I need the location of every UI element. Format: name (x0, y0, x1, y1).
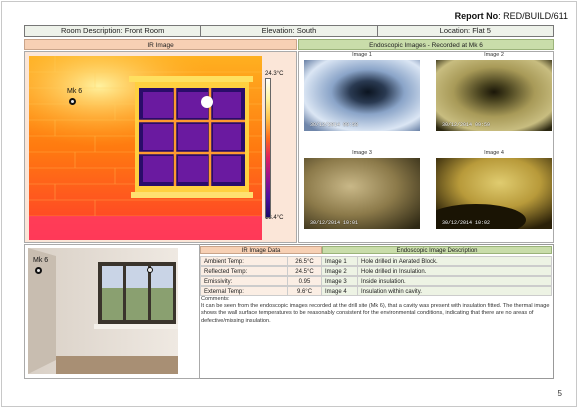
data-row: External Temp: 9.6°C Image 4 Insulation … (200, 286, 552, 296)
ir-data-label: Ambient Temp: (200, 256, 288, 266)
data-row: Reflected Temp: 24.5°C Image 2 Hole dril… (200, 266, 552, 276)
ir-data-value: 26.5°C (288, 256, 322, 266)
endo-desc-image: Image 3 (322, 276, 358, 286)
ir-data-value: 24.5°C (288, 266, 322, 276)
ir-data-label: Emissivity: (200, 276, 288, 286)
room-photo-panel: Mk 6 (24, 244, 200, 379)
endo-image-2-stamp: 30/12/2014 09:59 (442, 122, 491, 128)
ir-data-value: 9.6°C (288, 286, 322, 296)
photo-marker-circle (35, 267, 42, 274)
ir-data-label: External Temp: (200, 286, 288, 296)
comments-text: It can be seen from the endoscopic image… (201, 303, 550, 324)
endo-image-4: 30/12/2014 10:02 (436, 158, 552, 229)
ir-image-heading: IR Image (24, 39, 297, 50)
endo-image-1-caption: Image 1 (352, 52, 372, 58)
report-number: Report No: RED/BUILD/611 (454, 11, 568, 21)
data-row: Emissivity: 0.95 Image 3 Inside insulati… (200, 276, 552, 286)
endo-image-3-stamp: 30/12/2014 10:01 (310, 220, 359, 226)
endo-desc-text: Insulation within cavity. (358, 286, 552, 296)
endo-image-1-stamp: 30/12/2014 09:58 (310, 122, 359, 128)
elevation: Elevation: South (201, 26, 378, 36)
ir-image-data-heading: IR Image Data (200, 246, 322, 254)
endo-image-3: 30/12/2014 10:01 (304, 158, 420, 229)
comments-block: Comments: It can be seen from the endosc… (201, 296, 551, 325)
photo-window-marker (147, 267, 153, 273)
temperature-scale-bar (265, 78, 271, 218)
comments-label: Comments: (201, 296, 230, 302)
endo-desc-image: Image 1 (322, 256, 358, 266)
endo-desc-image: Image 4 (322, 286, 358, 296)
endo-desc-image: Image 2 (322, 266, 358, 276)
endo-desc-text: Hole drilled in Insulation. (358, 266, 552, 276)
ir-data-label: Reflected Temp: (200, 266, 288, 276)
endo-image-2-caption: Image 2 (484, 52, 504, 58)
endo-desc-text: Inside insulation. (358, 276, 552, 286)
endo-image-2: 30/12/2014 09:59 (436, 60, 552, 131)
photo-marker-label: Mk 6 (33, 257, 49, 264)
endoscopic-images-heading: Endoscopic Images - Recorded at Mk 6 (298, 39, 554, 50)
room-description: Room Description: Front Room (25, 26, 202, 36)
ir-marker-label: Mk 6 (67, 88, 83, 95)
ir-thermal-image (29, 56, 262, 240)
ir-image-panel: Mk 6 24.3°C 18.4°C (24, 51, 297, 243)
endoscopic-description-heading: Endoscopic Image Description (322, 246, 552, 254)
data-row: Ambient Temp: 26.5°C Image 1 Hole drille… (200, 256, 552, 266)
location: Location: Flat 5 (439, 26, 491, 35)
endo-image-4-stamp: 30/12/2014 10:02 (442, 220, 491, 226)
scale-max-label: 24.3°C (265, 71, 284, 77)
room-photo (28, 248, 178, 374)
ir-data-value: 0.95 (288, 276, 322, 286)
header-row: Room Description: Front Room Elevation: … (24, 25, 554, 37)
endo-image-3-caption: Image 3 (352, 150, 372, 156)
endo-image-4-caption: Image 4 (484, 150, 504, 156)
page-number: 5 (557, 389, 562, 398)
endo-desc-text: Hole drilled in Aerated Block. (358, 256, 552, 266)
endo-image-1: 30/12/2014 09:58 (304, 60, 420, 131)
ir-marker-circle (69, 98, 76, 105)
